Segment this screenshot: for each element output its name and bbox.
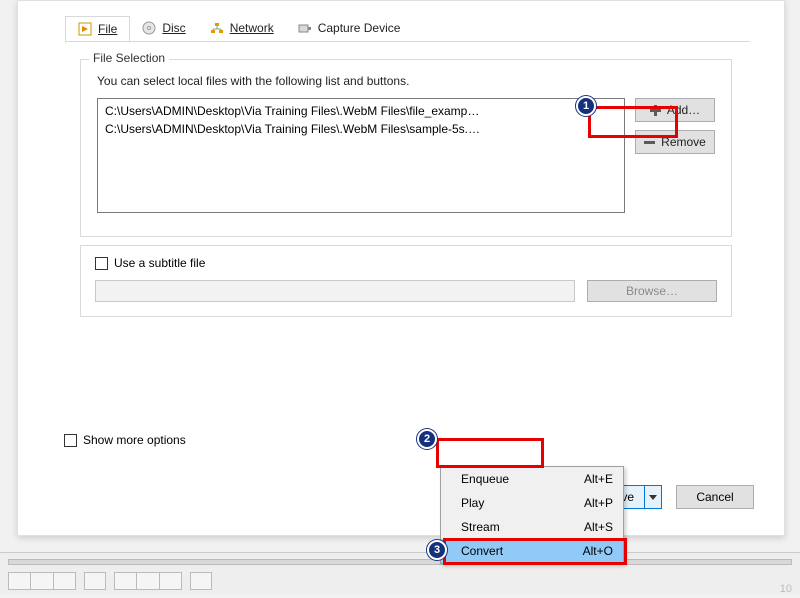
player-button[interactable] xyxy=(84,572,106,590)
menu-item-accel: Alt+O xyxy=(583,544,613,558)
annotation-badge-2: 2 xyxy=(417,429,437,449)
menu-item-label: Play xyxy=(461,496,584,510)
subtitle-group: Use a subtitle file Browse… xyxy=(80,245,732,317)
playback-button-group[interactable] xyxy=(8,572,76,590)
plus-icon xyxy=(650,105,661,116)
tab-strip: File Disc Network Capture Device xyxy=(65,15,412,42)
annotation-badge-3: 3 xyxy=(427,540,447,560)
file-list-item[interactable]: C:\Users\ADMIN\Desktop\Via Training File… xyxy=(102,102,620,120)
tab-file[interactable]: File xyxy=(65,16,130,43)
cancel-button-label: Cancel xyxy=(696,490,733,504)
file-selection-group: File Selection You can select local file… xyxy=(80,59,732,237)
capture-icon xyxy=(298,21,312,35)
show-more-checkbox[interactable]: Show more options xyxy=(64,433,186,447)
tab-network[interactable]: Network xyxy=(198,15,286,42)
use-subtitle-checkbox[interactable]: Use a subtitle file xyxy=(95,256,717,270)
menu-item-label: Stream xyxy=(461,520,584,534)
menu-item-label: Enqueue xyxy=(461,472,584,486)
subtitle-path-input xyxy=(95,280,575,302)
menu-item-accel: Alt+S xyxy=(584,520,613,534)
open-media-dialog: File Disc Network Capture Device xyxy=(17,0,785,536)
file-selection-legend: File Selection xyxy=(89,51,169,65)
remove-button[interactable]: Remove xyxy=(635,130,715,154)
menu-item-accel: Alt+P xyxy=(584,496,613,510)
menu-item-label: Convert xyxy=(461,544,583,558)
tab-capture-label: Capture Device xyxy=(318,21,401,35)
convert-save-menu: Enqueue Alt+E Play Alt+P Stream Alt+S Co… xyxy=(440,466,624,564)
checkbox-icon xyxy=(95,257,108,270)
disc-icon xyxy=(142,21,156,35)
show-more-label: Show more options xyxy=(83,433,186,447)
chevron-down-icon xyxy=(649,495,657,500)
tab-network-label: Network xyxy=(230,21,274,35)
tab-disc[interactable]: Disc xyxy=(130,15,197,42)
menu-item-stream[interactable]: Stream Alt+S xyxy=(441,515,623,539)
seek-bar[interactable] xyxy=(8,559,792,565)
add-button[interactable]: Add… xyxy=(635,98,715,122)
file-selection-help: You can select local files with the foll… xyxy=(97,74,715,88)
use-subtitle-label: Use a subtitle file xyxy=(114,256,205,270)
player-toolbar xyxy=(0,552,800,594)
tab-capture[interactable]: Capture Device xyxy=(286,15,413,42)
checkbox-icon xyxy=(64,434,77,447)
file-icon xyxy=(78,22,92,36)
page-number: 10 xyxy=(780,583,792,595)
network-icon xyxy=(210,21,224,35)
file-list[interactable]: C:\Users\ADMIN\Desktop\Via Training File… xyxy=(97,98,625,213)
menu-item-accel: Alt+E xyxy=(584,472,613,486)
browse-button: Browse… xyxy=(587,280,717,302)
tab-file-label: File xyxy=(98,22,117,36)
player-controls xyxy=(8,572,212,590)
file-list-item[interactable]: C:\Users\ADMIN\Desktop\Via Training File… xyxy=(102,120,620,138)
annotation-badge-1: 1 xyxy=(576,96,596,116)
dialog-body: File Disc Network Capture Device xyxy=(30,1,772,473)
menu-item-convert[interactable]: Convert Alt+O xyxy=(441,539,623,563)
browse-button-label: Browse… xyxy=(626,284,678,298)
player-button-group[interactable] xyxy=(114,572,182,590)
menu-item-enqueue[interactable]: Enqueue Alt+E xyxy=(441,467,623,491)
cancel-button[interactable]: Cancel xyxy=(676,485,754,509)
convert-save-dropdown[interactable] xyxy=(644,486,661,508)
remove-button-label: Remove xyxy=(661,135,706,149)
add-button-label: Add… xyxy=(667,103,700,117)
tab-underline xyxy=(65,41,750,42)
player-button[interactable] xyxy=(190,572,212,590)
minus-icon xyxy=(644,137,655,148)
menu-item-play[interactable]: Play Alt+P xyxy=(441,491,623,515)
tab-disc-label: Disc xyxy=(162,21,185,35)
